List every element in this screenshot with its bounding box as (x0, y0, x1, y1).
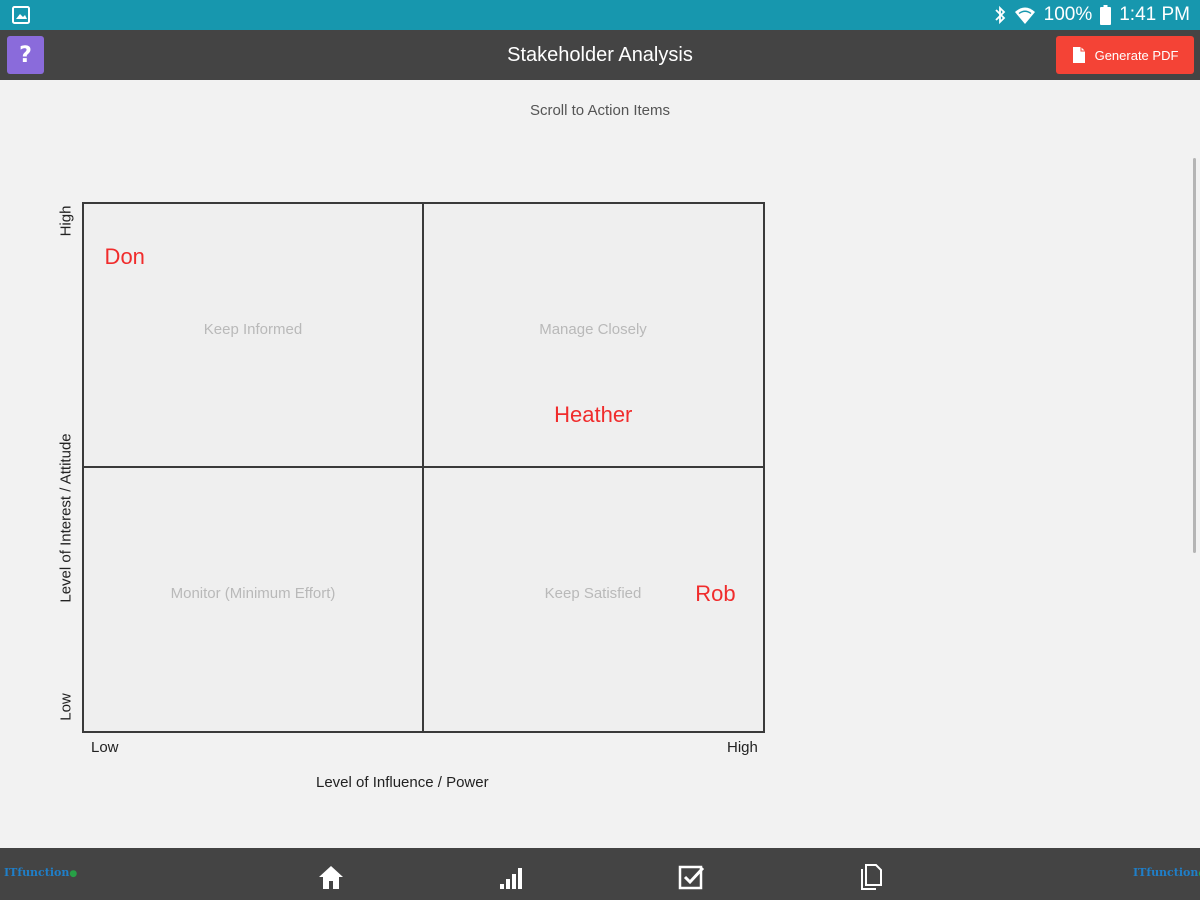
document-icon (861, 864, 882, 890)
bottom-nav: ITfunction● ITfunction● (0, 848, 1200, 900)
stakeholder-don[interactable]: Don (105, 244, 145, 270)
bluetooth-icon (994, 5, 1005, 25)
y-axis-low: Low (57, 693, 75, 721)
y-axis-label: Level of Interest / Attitude (57, 433, 75, 603)
stakeholder-heather[interactable]: Heather (554, 402, 632, 428)
quadrant-keep-informed: Keep Informed (203, 321, 303, 338)
battery-icon (1100, 5, 1112, 25)
scroll-to-action-items-link[interactable]: Scroll to Action Items (0, 102, 1200, 119)
generate-pdf-button[interactable]: Generate PDF (1056, 36, 1194, 74)
clock: 1:41 PM (1119, 4, 1190, 25)
brand-text-right: ITfunction (1133, 866, 1199, 879)
tasks-button[interactable] (676, 862, 706, 892)
x-axis-label: Level of Influence / Power (316, 774, 489, 791)
status-bar: 100% 1:41 PM (0, 0, 1200, 30)
brand-text: ITfunction (4, 866, 70, 879)
stakeholder-matrix: Keep Informed Manage Closely Monitor (Mi… (82, 202, 765, 733)
quadrant-manage-closely: Manage Closely (539, 321, 647, 338)
brand-logo-left: ITfunction● (4, 866, 78, 879)
home-icon (319, 866, 343, 889)
help-button[interactable]: ? (7, 36, 44, 74)
x-axis-high: High (727, 739, 758, 756)
y-axis-high: High (57, 205, 75, 237)
stakeholder-rob[interactable]: Rob (695, 581, 735, 607)
matrix-horizontal-divider (84, 466, 763, 468)
home-button[interactable] (316, 862, 346, 892)
content-area: Scroll to Action Items Keep Informed Man… (0, 80, 1200, 848)
wifi-icon (1014, 7, 1035, 24)
signal-bars-icon (500, 868, 522, 889)
gallery-icon (12, 6, 30, 24)
page-title: Stakeholder Analysis (507, 44, 693, 66)
documents-button[interactable] (856, 862, 886, 892)
analysis-button[interactable] (496, 862, 526, 892)
file-icon (1072, 47, 1085, 63)
checkbox-icon (678, 865, 705, 890)
scrollbar[interactable] (1193, 158, 1196, 553)
generate-pdf-label: Generate PDF (1094, 47, 1179, 63)
quadrant-monitor: Monitor (Minimum Effort) (170, 585, 336, 602)
battery-percent: 100% (1043, 4, 1093, 25)
x-axis-low: Low (91, 739, 119, 756)
brand-logo-right: ITfunction● (1133, 866, 1200, 879)
app-bar: ? Stakeholder Analysis Generate PDF (0, 30, 1200, 80)
